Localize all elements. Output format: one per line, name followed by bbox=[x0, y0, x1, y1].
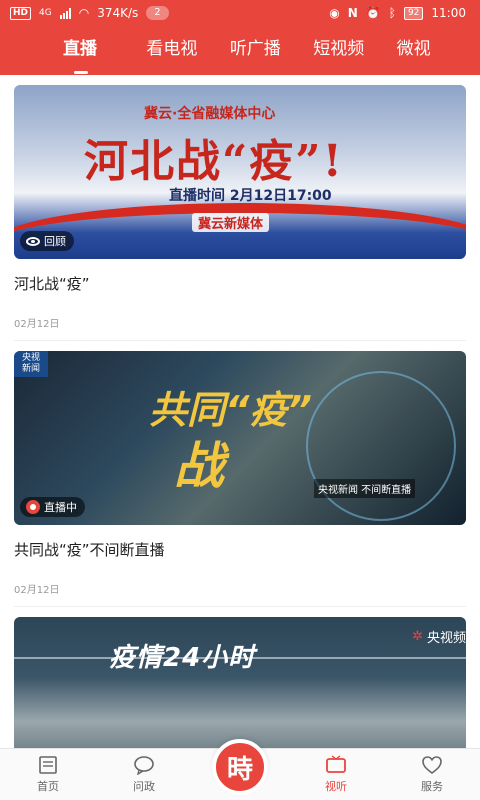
thumbnail-subtitle: 央视新闻 不间断直播 bbox=[314, 479, 416, 498]
top-header: HD 4G ◠ 374K/s 2 ◉ N ⏰ ᛒ 92 11:00 直播 看电视… bbox=[0, 0, 480, 75]
live-card[interactable]: 央视新闻 共同“疫” 战 央视新闻 不间断直播 直播中 共同战“疫”不间断直播 … bbox=[0, 341, 480, 607]
card-thumbnail[interactable]: 疫情24小时 ✲ 央视频 bbox=[14, 617, 466, 748]
center-logo-button[interactable]: 時 bbox=[212, 739, 268, 795]
live-card[interactable]: 疫情24小时 ✲ 央视频 bbox=[0, 607, 480, 748]
hd-indicator: HD bbox=[10, 6, 32, 20]
nfc-icon: N bbox=[347, 6, 358, 20]
bluetooth-icon: ᛒ bbox=[388, 6, 396, 20]
badge-label: 直播中 bbox=[44, 501, 77, 514]
notification-count: 2 bbox=[146, 6, 169, 20]
card-thumbnail[interactable]: 冀云·全省融媒体中心 河北战“疫”! 直播时间 2月12日17:00 冀云新媒体… bbox=[14, 85, 466, 259]
nav-label: 视听 bbox=[325, 780, 347, 793]
tab-live[interactable]: 直播 bbox=[63, 26, 146, 75]
clock: 11:00 bbox=[431, 6, 466, 20]
category-tabs: 直播 看电视 听广播 短视频 微视 bbox=[0, 26, 480, 75]
decorative-ring bbox=[306, 371, 456, 521]
card-title[interactable]: 共同战“疫”不间断直播 bbox=[14, 539, 466, 563]
thumbnail-headline: 疫情24小时 bbox=[109, 643, 256, 673]
thumbnail-headline: 河北战“疫”! bbox=[84, 136, 344, 187]
card-title[interactable]: 河北战“疫” bbox=[14, 273, 466, 297]
nav-home[interactable]: 首页 bbox=[0, 749, 96, 800]
card-thumbnail[interactable]: 央视新闻 共同“疫” 战 央视新闻 不间断直播 直播中 bbox=[14, 351, 466, 525]
nav-label: 问政 bbox=[133, 780, 155, 793]
brand-label: 央视频 bbox=[426, 631, 466, 646]
live-badge: 直播中 bbox=[20, 497, 85, 517]
thumbnail-headline-line2: 战 bbox=[174, 437, 224, 495]
cctv-brand: ✲ 央视频 bbox=[412, 627, 466, 646]
cctv-news-tag: 央视新闻 bbox=[14, 351, 48, 377]
cctv-logo-icon: ✲ bbox=[412, 629, 423, 644]
bottom-nav: 首页 问政 時 视听 服务 bbox=[0, 739, 480, 800]
nav-label: 服务 bbox=[421, 780, 443, 793]
tab-short-video[interactable]: 短视频 bbox=[313, 26, 396, 75]
nav-service[interactable]: 服务 bbox=[384, 749, 480, 800]
status-bar: HD 4G ◠ 374K/s 2 ◉ N ⏰ ᛒ 92 11:00 bbox=[0, 0, 480, 26]
chat-bubble-icon bbox=[134, 756, 154, 775]
card-date: 02月12日 bbox=[14, 315, 466, 341]
alarm-icon: ⏰ bbox=[365, 6, 381, 20]
tv-icon bbox=[326, 755, 346, 773]
network-label: 4G bbox=[39, 8, 52, 18]
card-date: 02月12日 bbox=[14, 581, 466, 607]
nav-inquiry[interactable]: 问政 bbox=[96, 749, 192, 800]
live-icon bbox=[26, 500, 40, 514]
thumbnail-top-line: 冀云·全省融媒体中心 bbox=[144, 106, 276, 122]
nav-label: 首页 bbox=[37, 780, 59, 793]
nav-audio-video[interactable]: 视听 bbox=[288, 749, 384, 800]
network-speed: 374K/s bbox=[97, 6, 139, 20]
eye-icon bbox=[26, 236, 40, 246]
thumbnail-time: 直播时间 2月12日17:00 bbox=[169, 188, 332, 204]
heart-icon bbox=[422, 756, 442, 774]
eye-comfort-icon: ◉ bbox=[329, 6, 340, 20]
tab-micro-video[interactable]: 微视 bbox=[397, 26, 480, 75]
signal-icon bbox=[59, 7, 71, 19]
nav-center[interactable]: 時 bbox=[192, 739, 288, 800]
live-card[interactable]: 冀云·全省融媒体中心 河北战“疫”! 直播时间 2月12日17:00 冀云新媒体… bbox=[0, 75, 480, 341]
tab-watch-tv[interactable]: 看电视 bbox=[146, 26, 229, 75]
thumbnail-logo: 冀云新媒体 bbox=[192, 213, 270, 232]
newspaper-icon bbox=[39, 756, 57, 774]
battery-icon: 92 bbox=[403, 6, 424, 20]
badge-label: 回顾 bbox=[44, 235, 66, 248]
wifi-icon: ◠ bbox=[78, 6, 90, 20]
tab-radio[interactable]: 听广播 bbox=[230, 26, 313, 75]
live-feed: 冀云·全省融媒体中心 河北战“疫”! 直播时间 2月12日17:00 冀云新媒体… bbox=[0, 75, 480, 748]
replay-badge: 回顾 bbox=[20, 231, 74, 251]
